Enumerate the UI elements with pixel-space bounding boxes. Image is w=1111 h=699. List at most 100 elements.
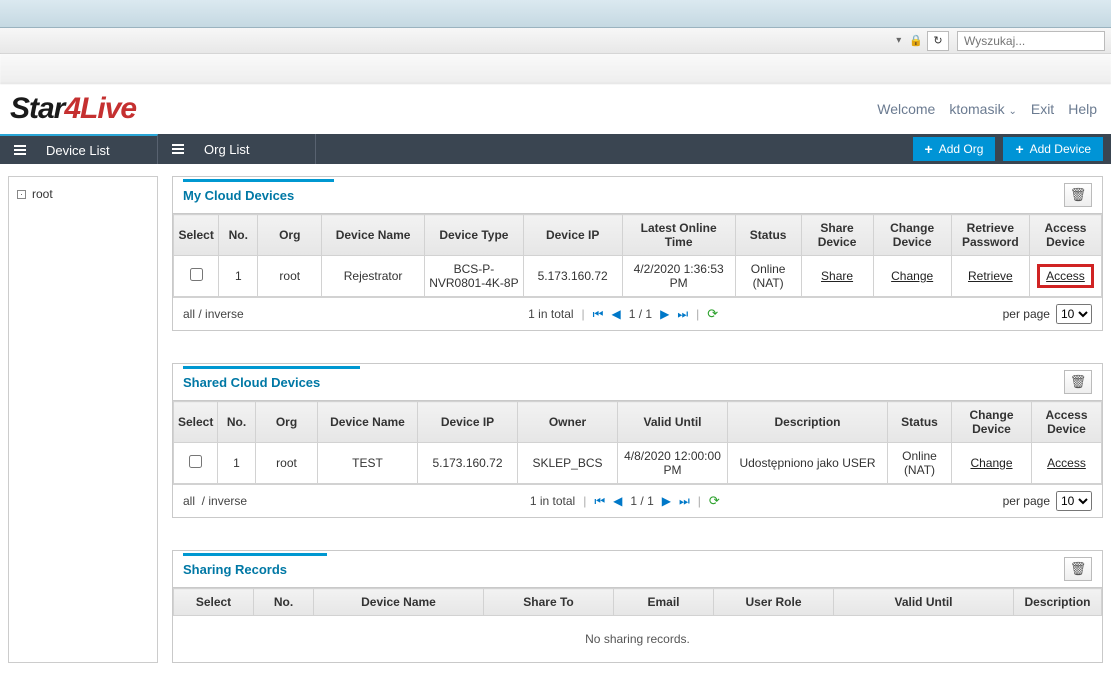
col-change: Change Device [952,402,1032,443]
col-org: Org [258,215,322,256]
chevron-down-icon: ⌄ [1008,106,1016,117]
first-page-icon[interactable]: ⏮ [593,307,604,322]
table-row: 1 root Rejestrator BCS-P-NVR0801-4K-8P 5… [174,256,1102,297]
col-user-role: User Role [714,589,834,616]
per-page-select[interactable]: 10 [1056,491,1092,511]
no-records-text: No sharing records. [173,616,1102,662]
cell-owner: SKLEP_BCS [518,443,618,484]
change-link[interactable]: Change [891,269,933,283]
panel-title: Sharing Records [183,553,327,577]
shared-devices-table: Select No. Org Device Name Device IP Own… [173,401,1102,484]
username: ktomasik [949,101,1004,117]
cell-type: BCS-P-NVR0801-4K-8P [425,256,524,297]
row-checkbox[interactable] [189,455,202,468]
panel-title: My Cloud Devices [183,179,334,203]
delete-button[interactable]: 🗑 [1064,370,1092,394]
col-no: No. [219,215,258,256]
first-page-icon[interactable]: ⏮ [594,494,605,509]
access-link[interactable]: Access [1047,456,1086,470]
cell-name: Rejestrator [322,256,425,297]
col-share: Share Device [801,215,873,256]
bookmarks-bar [0,54,1111,84]
welcome-text: Welcome [877,101,935,117]
add-org-button[interactable]: +Add Org [913,137,996,161]
reload-button[interactable]: ↻ [927,31,949,51]
page-indicator: 1 / 1 [630,494,653,508]
col-select: Select [174,402,218,443]
refresh-icon[interactable]: ⟳ [707,306,718,322]
menu-icon [172,144,184,154]
page-indicator: 1 / 1 [629,307,652,321]
refresh-icon[interactable]: ⟳ [709,493,720,509]
main-nav: Device List Org List +Add Org + Add Devic… [0,134,1111,164]
sharing-records-table: Select No. Device Name Share To Email Us… [173,588,1102,616]
delete-button[interactable]: 🗑 [1064,183,1092,207]
user-menu[interactable]: ktomasik ⌄ [949,101,1017,117]
cell-valid: 4/8/2020 12:00:00 PM [618,443,728,484]
tree-root-label: root [32,187,53,201]
cell-org: root [258,256,322,297]
panel-my-cloud-devices: My Cloud Devices 🗑 Select No. Org Device… [172,176,1103,331]
delete-button[interactable]: 🗑 [1064,557,1092,581]
tab-org-list-label: Org List [204,142,250,157]
org-tree-sidebar: · root [8,176,158,663]
logo-star: Star [10,92,64,125]
tree-root[interactable]: · root [17,187,149,201]
col-description: Description [728,402,888,443]
col-access: Access Device [1029,215,1101,256]
col-valid-until: Valid Until [834,589,1014,616]
row-checkbox[interactable] [190,268,203,281]
col-share-to: Share To [484,589,614,616]
select-inverse[interactable]: inverse [208,494,247,508]
select-all[interactable]: all [183,307,195,321]
browser-toolbar: ▾ 🔒 ↻ [0,28,1111,54]
add-device-label: Add Device [1030,142,1091,156]
col-access: Access Device [1032,402,1102,443]
panel-sharing-records: Sharing Records 🗑 Select No. Device Name… [172,550,1103,663]
col-select: Select [174,589,254,616]
access-highlight: Access [1037,264,1094,288]
access-link[interactable]: Access [1046,269,1085,283]
logo-four: 4 [64,92,80,125]
add-org-label: Add Org [939,142,984,156]
prev-page-icon[interactable]: ◀ [613,494,622,508]
pager-total: 1 in total [528,307,573,321]
last-page-icon[interactable]: ⏭ [677,307,688,322]
dropdown-arrow-icon[interactable]: ▾ [892,35,905,46]
col-org: Org [256,402,318,443]
browser-search-input[interactable] [957,31,1105,51]
prev-page-icon[interactable]: ◀ [611,307,620,321]
select-all[interactable]: all [183,494,195,508]
col-description: Description [1014,589,1102,616]
cell-status: Online (NAT) [888,443,952,484]
shared-devices-pager: all / inverse 1 in total | ⏮ ◀ 1 / 1 ▶ ⏭… [173,484,1102,517]
select-inverse[interactable]: inverse [205,307,244,321]
cell-no: 1 [219,256,258,297]
change-link[interactable]: Change [970,456,1012,470]
app-header: Star4Live Welcome ktomasik ⌄ Exit Help [0,84,1111,134]
col-select: Select [174,215,219,256]
last-page-icon[interactable]: ⏭ [679,494,690,509]
retrieve-link[interactable]: Retrieve [968,269,1013,283]
per-page-select[interactable]: 10 [1056,304,1092,324]
col-status: Status [888,402,952,443]
col-device-name: Device Name [322,215,425,256]
help-link[interactable]: Help [1068,101,1097,117]
col-no: No. [254,589,314,616]
col-retrieve: Retrieve Password [951,215,1029,256]
panel-shared-cloud-devices: Shared Cloud Devices 🗑 Select No. Org De… [172,363,1103,518]
tree-toggle-icon[interactable]: · [17,190,26,199]
next-page-icon[interactable]: ▶ [660,307,669,321]
exit-link[interactable]: Exit [1031,101,1054,117]
plus-icon: + [1015,141,1023,157]
panel-title: Shared Cloud Devices [183,366,360,390]
tab-device-list[interactable]: Device List [0,134,158,164]
add-device-button[interactable]: + Add Device [1003,137,1103,161]
cell-status: Online (NAT) [735,256,801,297]
cell-desc: Udostępniono jako USER [728,443,888,484]
tab-org-list[interactable]: Org List [158,134,316,164]
cell-ip: 5.173.160.72 [523,256,622,297]
next-page-icon[interactable]: ▶ [662,494,671,508]
app-logo: Star4Live [10,92,136,126]
share-link[interactable]: Share [821,269,853,283]
